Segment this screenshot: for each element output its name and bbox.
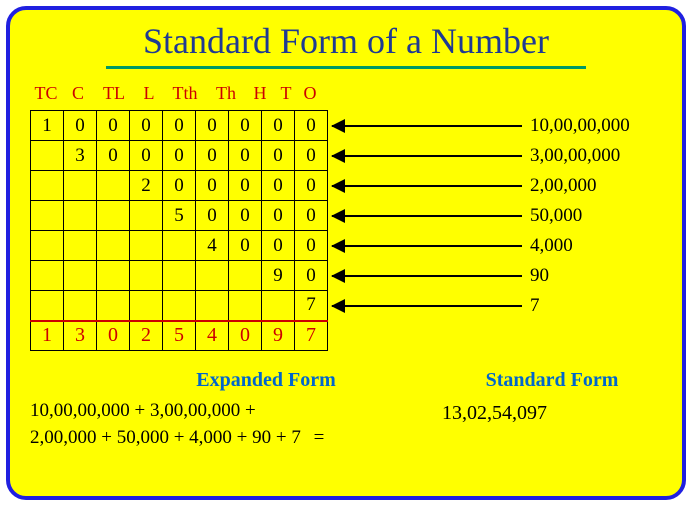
bottom-section: Expanded Form 10,00,00,000 + 3,00,00,000… xyxy=(30,369,662,451)
arrow-icon xyxy=(332,245,522,247)
header-tc: TC xyxy=(30,83,62,104)
table-row: 4000 xyxy=(31,231,328,261)
table-row: 90 xyxy=(31,261,328,291)
main-panel: Standard Form of a Number TC C TL L Tth … xyxy=(6,6,686,500)
arrow-icon xyxy=(332,155,522,157)
standard-form-block: Standard Form 13,02,54,097 xyxy=(442,369,662,425)
header-tl: TL xyxy=(94,83,134,104)
table-row: 100000000 xyxy=(31,111,328,141)
arrow-icon xyxy=(332,125,522,127)
header-c: C xyxy=(62,83,94,104)
page-wrapper: Standard Form of a Number TC C TL L Tth … xyxy=(0,0,692,506)
equals-sign: = xyxy=(314,425,325,452)
arrow-icon xyxy=(332,185,522,187)
table-row: 50000 xyxy=(31,201,328,231)
standard-form-label: Standard Form xyxy=(442,369,662,392)
value-label: 7 xyxy=(526,291,630,321)
arrows-column xyxy=(332,83,522,321)
value-label: 50,000 xyxy=(526,201,630,231)
arrow-icon xyxy=(332,215,522,217)
table-row: 30000000 xyxy=(31,141,328,171)
sum-row: 130254097 xyxy=(31,321,328,351)
header-o: O xyxy=(298,83,322,104)
arrow-icon xyxy=(332,275,522,277)
value-label: 4,000 xyxy=(526,231,630,261)
column-headers: TC C TL L Tth Th H T O xyxy=(30,83,328,104)
header-h: H xyxy=(246,83,274,104)
value-label: 2,00,000 xyxy=(526,171,630,201)
table-wrap: TC C TL L Tth Th H T O 100000000 3000000… xyxy=(30,83,328,351)
expanded-form-text: 10,00,00,000 + 3,00,00,000 + 2,00,000 + … xyxy=(30,398,422,451)
content-row: TC C TL L Tth Th H T O 100000000 3000000… xyxy=(30,83,662,351)
table-row: 7 xyxy=(31,291,328,321)
table-row: 200000 xyxy=(31,171,328,201)
title-underline xyxy=(106,66,586,69)
header-th: Th xyxy=(206,83,246,104)
expanded-form-block: Expanded Form 10,00,00,000 + 3,00,00,000… xyxy=(30,369,422,451)
arrow-icon xyxy=(332,305,522,307)
expanded-form-label: Expanded Form xyxy=(110,369,422,392)
header-l: L xyxy=(134,83,164,104)
values-column: 10,00,00,000 3,00,00,000 2,00,000 50,000… xyxy=(526,83,630,321)
value-label: 90 xyxy=(526,261,630,291)
value-label: 10,00,00,000 xyxy=(526,111,630,141)
standard-form-value: 13,02,54,097 xyxy=(442,402,662,425)
header-t: T xyxy=(274,83,298,104)
place-value-table: 100000000 30000000 200000 50000 4000 xyxy=(30,110,328,351)
page-title: Standard Form of a Number xyxy=(30,20,662,62)
value-label: 3,00,00,000 xyxy=(526,141,630,171)
header-tth: Tth xyxy=(164,83,206,104)
